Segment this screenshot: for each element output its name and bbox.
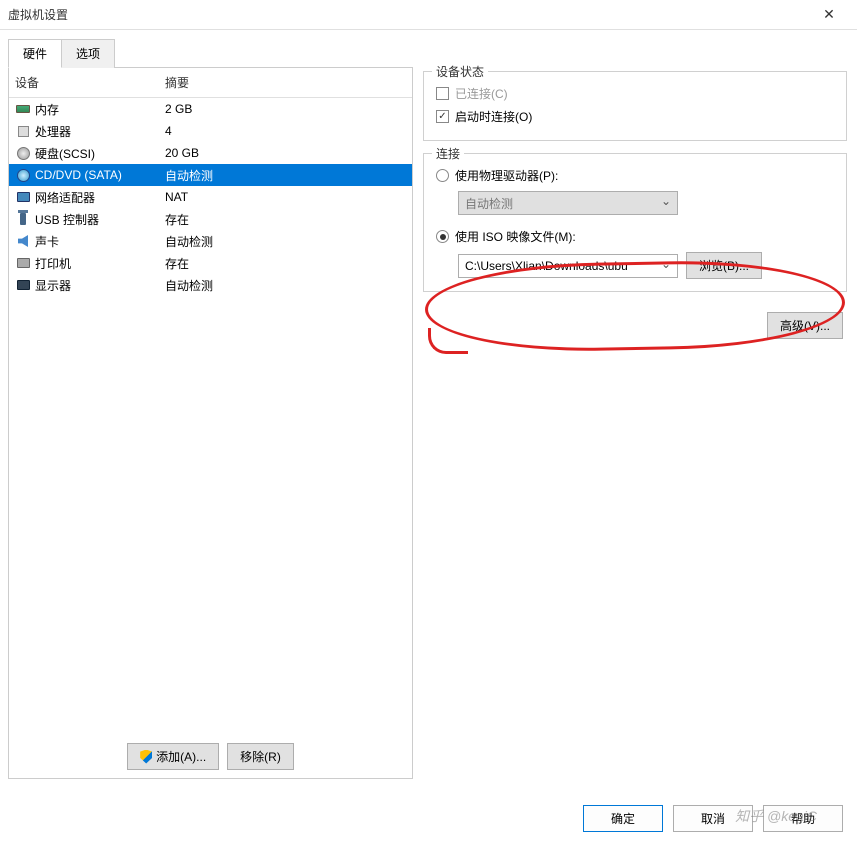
- use-physical-label: 使用物理驱动器(P):: [455, 167, 558, 184]
- device-table: 设备 摘要 内存 2 GB 处理器 4 硬盘(SCSI) 20 GB CD/DVD (SAT…: [9, 68, 412, 735]
- device-name: 网络适配器: [35, 189, 95, 206]
- add-device-button[interactable]: 添加(A)...: [127, 743, 219, 770]
- device-cell: 处理器: [9, 123, 159, 140]
- device-cell: 打印机: [9, 255, 159, 272]
- iso-path-value: C:\Users\Xlian\Downloads\ubu: [465, 259, 628, 273]
- remove-device-button[interactable]: 移除(R): [227, 743, 294, 770]
- device-name: 打印机: [35, 255, 71, 272]
- device-summary: 20 GB: [159, 146, 412, 160]
- device-cell: 内存: [9, 101, 159, 118]
- col-device[interactable]: 设备: [9, 72, 159, 93]
- table-row[interactable]: 打印机 存在: [9, 252, 412, 274]
- iso-path-row: C:\Users\Xlian\Downloads\ubu 浏览(B)...: [436, 252, 834, 279]
- device-list-panel: 设备 摘要 内存 2 GB 处理器 4 硬盘(SCSI) 20 GB CD/DVD (SAT…: [8, 67, 413, 779]
- device-cell: 网络适配器: [9, 189, 159, 206]
- snd-icon: [15, 233, 31, 249]
- advanced-button[interactable]: 高级(V)...: [767, 312, 843, 339]
- ok-button[interactable]: 确定: [583, 805, 663, 832]
- device-summary: 存在: [159, 211, 412, 228]
- close-button[interactable]: ✕: [809, 1, 849, 29]
- window-title: 虚拟机设置: [8, 6, 809, 23]
- checkbox-icon: [436, 87, 449, 100]
- tab-hardware[interactable]: 硬件: [8, 39, 62, 68]
- table-row[interactable]: 硬盘(SCSI) 20 GB: [9, 142, 412, 164]
- physical-drive-value: 自动检测: [465, 195, 513, 212]
- use-physical-radio-row[interactable]: 使用物理驱动器(P):: [436, 164, 834, 187]
- content-area: 设备 摘要 内存 2 GB 处理器 4 硬盘(SCSI) 20 GB CD/DVD (SAT…: [0, 67, 857, 787]
- cancel-button[interactable]: 取消: [673, 805, 753, 832]
- connected-checkbox-row[interactable]: 已连接(C): [436, 82, 834, 105]
- device-buttons-row: 添加(A)... 移除(R): [9, 735, 412, 778]
- connect-poweron-checkbox-row[interactable]: 启动时连接(O): [436, 105, 834, 128]
- device-summary: 自动检测: [159, 167, 412, 184]
- disk-icon: [15, 145, 31, 161]
- cpu-icon: [15, 123, 31, 139]
- tab-options[interactable]: 选项: [62, 39, 115, 68]
- device-cell: 硬盘(SCSI): [9, 145, 159, 162]
- use-iso-label: 使用 ISO 映像文件(M):: [455, 228, 576, 245]
- table-row[interactable]: 处理器 4: [9, 120, 412, 142]
- dialog-footer: 确定 取消 帮助: [583, 805, 843, 832]
- device-cell: CD/DVD (SATA): [9, 167, 159, 183]
- device-cell: 显示器: [9, 277, 159, 294]
- use-iso-radio-row[interactable]: 使用 ISO 映像文件(M):: [436, 225, 834, 248]
- prn-icon: [15, 255, 31, 271]
- device-summary: 4: [159, 124, 412, 138]
- device-name: CD/DVD (SATA): [35, 168, 122, 182]
- table-row[interactable]: CD/DVD (SATA) 自动检测: [9, 164, 412, 186]
- close-icon: ✕: [823, 6, 835, 23]
- net-icon: [15, 189, 31, 205]
- connection-group: 连接 使用物理驱动器(P): 自动检测 使用 ISO 映像文件(M): C:\U…: [423, 153, 847, 292]
- settings-panel: 设备状态 已连接(C) 启动时连接(O) 连接 使用物理驱动器(P): 自动检测: [421, 67, 849, 779]
- table-row[interactable]: 网络适配器 NAT: [9, 186, 412, 208]
- cd-icon: [15, 167, 31, 183]
- device-name: 硬盘(SCSI): [35, 145, 95, 162]
- device-summary: NAT: [159, 190, 412, 204]
- device-status-title: 设备状态: [432, 63, 488, 80]
- device-name: 内存: [35, 101, 59, 118]
- device-name: 处理器: [35, 123, 71, 140]
- tab-strip: 硬件 选项: [0, 30, 857, 67]
- table-row[interactable]: 显示器 自动检测: [9, 274, 412, 296]
- titlebar: 虚拟机设置 ✕: [0, 0, 857, 30]
- disp-icon: [15, 277, 31, 293]
- help-button[interactable]: 帮助: [763, 805, 843, 832]
- physical-drive-combo[interactable]: 自动检测: [458, 191, 678, 215]
- device-name: 显示器: [35, 277, 71, 294]
- table-row[interactable]: USB 控制器 存在: [9, 208, 412, 230]
- table-body: 内存 2 GB 处理器 4 硬盘(SCSI) 20 GB CD/DVD (SATA) 自动检测…: [9, 98, 412, 296]
- iso-path-combo[interactable]: C:\Users\Xlian\Downloads\ubu: [458, 254, 678, 278]
- table-row[interactable]: 内存 2 GB: [9, 98, 412, 120]
- connection-title: 连接: [432, 145, 464, 162]
- advanced-row: 高级(V)...: [423, 304, 847, 339]
- device-summary: 自动检测: [159, 277, 412, 294]
- radio-icon: [436, 169, 449, 182]
- device-name: USB 控制器: [35, 211, 99, 228]
- device-summary: 存在: [159, 255, 412, 272]
- col-summary[interactable]: 摘要: [159, 72, 412, 93]
- device-cell: 声卡: [9, 233, 159, 250]
- checkbox-icon: [436, 110, 449, 123]
- connected-label: 已连接(C): [455, 85, 508, 102]
- shield-icon: [140, 750, 152, 764]
- table-row[interactable]: 声卡 自动检测: [9, 230, 412, 252]
- mem-icon: [15, 101, 31, 117]
- add-device-label: 添加(A)...: [156, 748, 206, 765]
- device-summary: 2 GB: [159, 102, 412, 116]
- table-header: 设备 摘要: [9, 68, 412, 98]
- device-name: 声卡: [35, 233, 59, 250]
- device-summary: 自动检测: [159, 233, 412, 250]
- browse-button[interactable]: 浏览(B)...: [686, 252, 762, 279]
- device-cell: USB 控制器: [9, 211, 159, 228]
- physical-drive-row: 自动检测: [436, 191, 834, 215]
- device-status-group: 设备状态 已连接(C) 启动时连接(O): [423, 71, 847, 141]
- radio-icon: [436, 230, 449, 243]
- connect-poweron-label: 启动时连接(O): [455, 108, 532, 125]
- usb-icon: [15, 211, 31, 227]
